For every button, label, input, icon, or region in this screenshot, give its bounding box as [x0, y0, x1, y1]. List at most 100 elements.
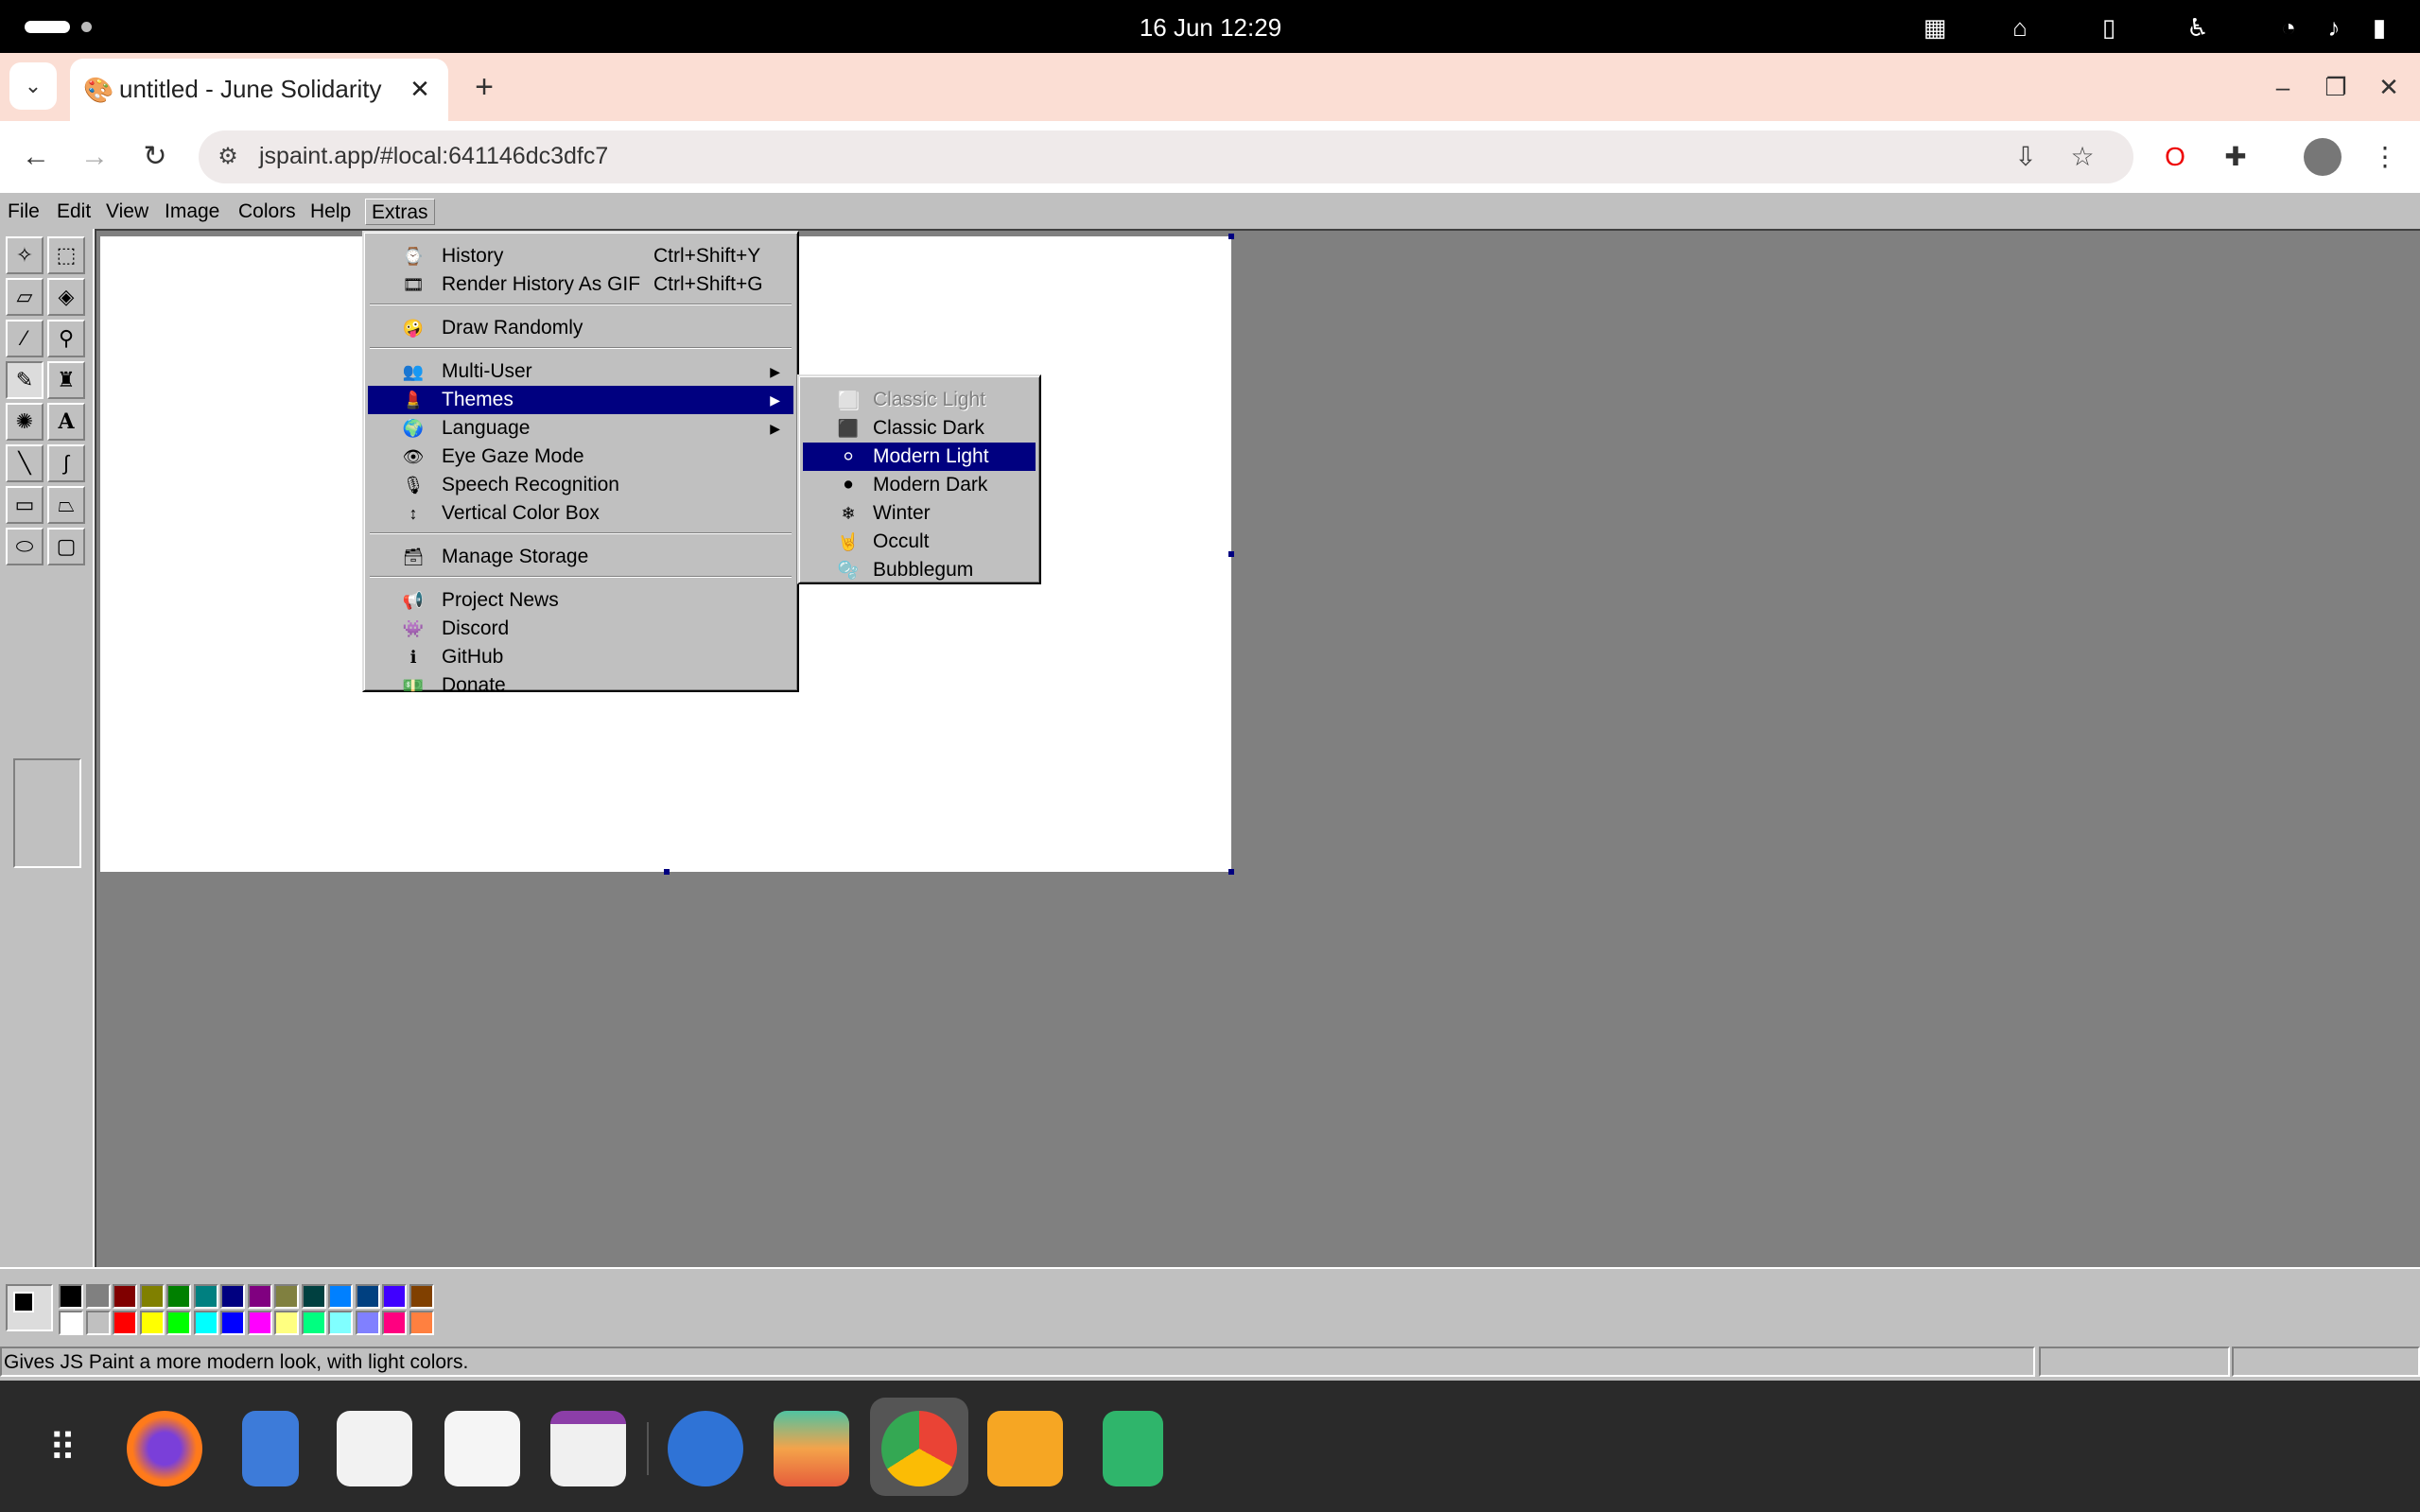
files-icon[interactable] [242, 1411, 299, 1486]
line-icon[interactable]: ╲ [6, 444, 44, 482]
magnifier-icon[interactable]: ⚲ [47, 320, 85, 357]
store-icon[interactable] [337, 1411, 412, 1486]
extras-item-donate[interactable]: 💵 Donate [368, 671, 793, 700]
palette-swatch[interactable] [139, 1311, 165, 1335]
text-tool-icon[interactable]: A [47, 403, 85, 441]
palette-swatch[interactable] [193, 1284, 218, 1309]
chromium-icon[interactable] [668, 1411, 743, 1486]
extras-item-eye-gaze-mode[interactable]: 👁 Eye Gaze Mode [368, 443, 793, 471]
curve-icon[interactable]: ∫ [47, 444, 85, 482]
layers-app-icon[interactable] [774, 1411, 849, 1486]
palette-swatch[interactable] [166, 1311, 191, 1335]
palette-swatch[interactable] [220, 1284, 245, 1309]
palette-swatch[interactable] [328, 1311, 353, 1335]
browser-tab[interactable]: 🎨 untitled - June Solidarity ✕ [70, 59, 448, 121]
resize-handle[interactable] [1228, 551, 1234, 557]
palette-swatch[interactable] [355, 1311, 380, 1335]
wifi-icon[interactable]: ◔ [2273, 12, 2304, 43]
close-window-icon[interactable]: ✕ [2368, 66, 2410, 108]
chrome-icon[interactable] [881, 1411, 957, 1486]
rectangle-select-icon[interactable]: ⬚ [47, 236, 85, 274]
palette-swatch[interactable] [409, 1284, 434, 1309]
current-colors-indicator[interactable] [6, 1284, 53, 1331]
palette-swatch[interactable] [247, 1284, 272, 1309]
extras-item-github[interactable]: ℹ GitHub [368, 643, 793, 671]
rounded-rectangle-icon[interactable]: ▢ [47, 528, 85, 565]
address-bar[interactable]: ⚙ jspaint.app/#local:641146dc3dfc7 ⇩ ☆ [199, 130, 2133, 183]
palette-swatch[interactable] [59, 1284, 83, 1309]
palette-swatch[interactable] [193, 1311, 218, 1335]
palette-swatch[interactable] [59, 1311, 83, 1335]
extras-item-themes[interactable]: 💄 Themes ▶ [368, 386, 793, 414]
theme-occult[interactable]: 🤘 Occult [803, 528, 1036, 556]
palette-swatch[interactable] [85, 1311, 111, 1335]
recycle-bin-icon[interactable] [1103, 1411, 1163, 1486]
extras-item-render-history-as-gif[interactable]: 🎞 Render History As GIF Ctrl+Shift+G [368, 270, 793, 299]
menu-extras[interactable]: Extras [365, 199, 435, 225]
new-tab-button[interactable]: + [463, 66, 505, 108]
free-form-select-icon[interactable]: ✧ [6, 236, 44, 274]
palette-swatch[interactable] [274, 1284, 299, 1309]
text-editor-icon[interactable] [444, 1411, 520, 1486]
home-icon[interactable]: ⌂ [2005, 12, 2035, 43]
palette-swatch[interactable] [301, 1284, 326, 1309]
firefox-icon[interactable] [127, 1411, 202, 1486]
palette-swatch[interactable] [409, 1311, 434, 1335]
resize-handle[interactable] [1228, 234, 1234, 239]
clipboard-icon[interactable]: ▯ [2094, 12, 2124, 43]
menu-file[interactable]: File [2, 199, 45, 225]
extras-item-project-news[interactable]: 📢 Project News [368, 586, 793, 615]
tab-search-button[interactable]: ⌄ [9, 62, 57, 110]
menu-view[interactable]: View [100, 199, 154, 225]
palette-swatch[interactable] [382, 1284, 407, 1309]
extras-item-discord[interactable]: 👾 Discord [368, 615, 793, 643]
theme-modern-light[interactable]: ⚪ Modern Light [803, 443, 1036, 471]
ellipse-icon[interactable]: ⬭ [6, 528, 44, 565]
palette-swatch[interactable] [166, 1284, 191, 1309]
extras-item-language[interactable]: 🌍 Language ▶ [368, 414, 793, 443]
palette-swatch[interactable] [139, 1284, 165, 1309]
palette-swatch[interactable] [220, 1311, 245, 1335]
extras-item-multi-user[interactable]: 👥 Multi-User ▶ [368, 357, 793, 386]
polygon-icon[interactable]: ⏢ [47, 486, 85, 524]
pencil-icon[interactable]: ✎ [6, 361, 44, 399]
extras-item-speech-recognition[interactable]: 🎙 Speech Recognition [368, 471, 793, 499]
tab-close-icon[interactable]: ✕ [403, 72, 437, 106]
opera-extension-icon[interactable]: O [2154, 136, 2196, 178]
menu-image[interactable]: Image [159, 199, 225, 225]
extras-item-draw-randomly[interactable]: 🤪 Draw Randomly [368, 314, 793, 342]
menu-colors[interactable]: Colors [233, 199, 302, 225]
install-app-icon[interactable]: ⇩ [2009, 140, 2043, 174]
theme-bubblegum[interactable]: 🫧 Bubblegum [803, 556, 1036, 584]
airbrush-icon[interactable]: ✺ [6, 403, 44, 441]
fill-bucket-icon[interactable]: ◈ [47, 278, 85, 316]
more-menu-icon[interactable]: ⋮ [2364, 136, 2406, 178]
launcher-icon[interactable]: ⠿ [25, 1411, 100, 1486]
palette-swatch[interactable] [355, 1284, 380, 1309]
tool-options-box[interactable] [13, 758, 81, 868]
url-text[interactable]: jspaint.app/#local:641146dc3dfc7 [259, 143, 608, 170]
forward-icon[interactable]: → [72, 134, 117, 180]
reload-icon[interactable]: ↻ [132, 134, 178, 180]
eraser-icon[interactable]: ▱ [6, 278, 44, 316]
accessibility-icon[interactable]: ♿ [2183, 12, 2213, 43]
drive-icon[interactable] [987, 1411, 1063, 1486]
resize-handle[interactable] [664, 869, 670, 875]
resize-handle[interactable] [1228, 869, 1234, 875]
calendar-icon[interactable] [550, 1411, 626, 1486]
color-picker-icon[interactable]: ⁄ [6, 320, 44, 357]
screen-capture-icon[interactable]: ▦ [1920, 12, 1950, 43]
palette-swatch[interactable] [328, 1284, 353, 1309]
extras-item-vertical-color-box[interactable]: ↕ Vertical Color Box [368, 499, 793, 528]
extensions-icon[interactable]: ✚ [2215, 136, 2256, 178]
battery-icon[interactable]: ▮ [2364, 12, 2394, 43]
back-icon[interactable]: ← [13, 134, 59, 180]
theme-classic-dark[interactable]: ⬛ Classic Dark [803, 414, 1036, 443]
palette-swatch[interactable] [247, 1311, 272, 1335]
minimize-window-icon[interactable]: – [2262, 66, 2304, 108]
site-info-icon[interactable]: ⚙ [212, 142, 244, 172]
palette-swatch[interactable] [113, 1284, 137, 1309]
brush-icon[interactable]: ♜ [47, 361, 85, 399]
extras-item-manage-storage[interactable]: 🗃 Manage Storage [368, 543, 793, 571]
theme-modern-dark[interactable]: ⚫ Modern Dark [803, 471, 1036, 499]
